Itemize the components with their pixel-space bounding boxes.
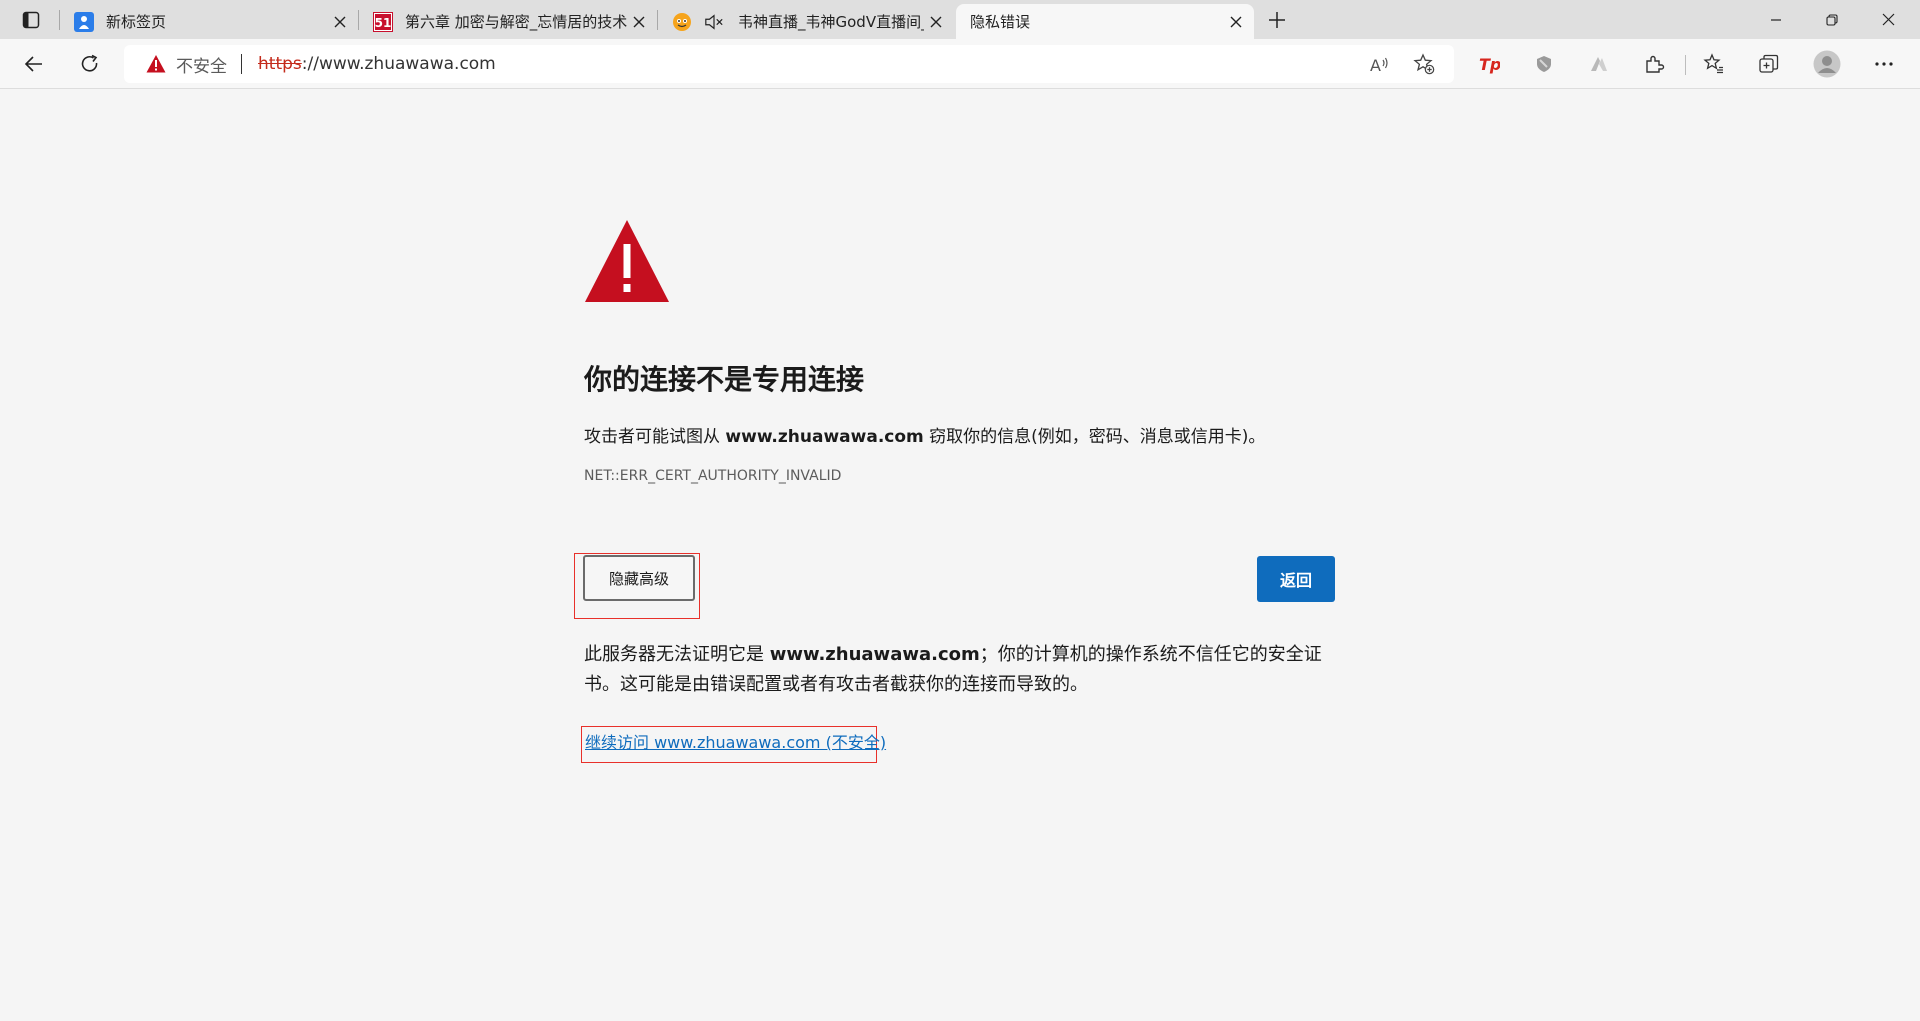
close-icon (1882, 13, 1894, 26)
error-page: 你的连接不是专用连接 攻击者可能试图从 www.zhuawawa.com 窃取你… (0, 90, 1920, 1021)
close-window-button[interactable] (1860, 0, 1916, 39)
collections-button[interactable] (1751, 46, 1787, 82)
extensions-puzzle-icon (1646, 55, 1665, 73)
profile-avatar-icon (1813, 50, 1841, 78)
back-to-safety-button[interactable]: 返回 (1257, 556, 1335, 602)
close-icon (334, 16, 346, 27)
add-favorite-icon (1413, 53, 1435, 75)
tp-extension-button[interactable]: Tp (1471, 46, 1507, 82)
profile-button[interactable] (1809, 46, 1845, 82)
mute-tab-button[interactable] (704, 12, 724, 32)
close-tab-button[interactable] (1224, 10, 1248, 34)
back-arrow-icon (24, 56, 42, 72)
url-host: ://www.zhuawawa.com (301, 54, 496, 74)
new-tab-favicon (74, 11, 94, 32)
mountain-extension-button[interactable] (1581, 46, 1617, 82)
read-aloud-button[interactable]: A (1362, 46, 1398, 82)
mountain-extension-icon (1591, 57, 1607, 71)
detail-domain: www.zhuawawa.com (769, 644, 980, 665)
settings-more-button[interactable] (1866, 46, 1902, 82)
close-icon (1230, 16, 1242, 27)
address-bar[interactable]: 不安全 https://www.zhuawawa.com (124, 45, 1454, 83)
error-code: NET::ERR_CERT_AUTHORITY_INVALID (584, 468, 842, 484)
tab-title: 第六章 加密与解密_忘情居的技术 (405, 13, 627, 31)
not-secure-label[interactable]: 不安全 (176, 52, 227, 77)
site-51-favicon: 51 (373, 11, 393, 32)
more-dots-icon (1875, 62, 1893, 66)
toolbar-separator (1685, 55, 1686, 75)
read-aloud-icon: A (1370, 56, 1388, 74)
close-icon (633, 16, 645, 27)
attack-text-start: 攻击者可能试图从 (584, 427, 726, 447)
restore-button[interactable] (1804, 0, 1860, 39)
refresh-icon (81, 54, 98, 72)
collections-icon (1759, 54, 1779, 73)
attack-domain: www.zhuawawa.com (725, 427, 924, 447)
tab-actions-button[interactable] (16, 6, 46, 34)
svg-text:51: 51 (375, 16, 392, 30)
favorites-icon (1703, 53, 1723, 74)
close-tab-button[interactable] (328, 10, 352, 34)
muted-speaker-icon (705, 13, 723, 30)
warning-triangle-icon (585, 220, 669, 302)
address-divider (241, 54, 242, 74)
minimize-icon (1771, 18, 1781, 21)
close-tab-button[interactable] (627, 10, 651, 34)
svg-text:Tp: Tp (1479, 55, 1500, 74)
attack-text-end: 窃取你的信息(例如，密码、消息或信用卡)。 (923, 427, 1266, 447)
warning-triangle-icon (146, 55, 166, 73)
tab-title: 隐私错误 (970, 13, 1031, 31)
detail-text-start: 此服务器无法证明它是 (584, 644, 770, 665)
tab-strip: 新标签页 51 第六章 加密与解密_忘情居的技术 韦神直播_韦神GodV直播间_… (0, 0, 1920, 39)
tab-live-stream[interactable]: 韦神直播_韦神GodV直播间_ (658, 4, 954, 39)
url-scheme: https (258, 54, 302, 74)
proceed-unsafe-link[interactable]: 继续访问 www.zhuawawa.com (不安全) (585, 729, 886, 753)
browser-toolbar: 不安全 https://www.zhuawawa.com A Tp (0, 39, 1920, 89)
shield-extension-icon (1537, 56, 1551, 72)
tab-privacy-error[interactable]: 隐私错误 (956, 4, 1254, 39)
hide-advanced-button[interactable]: 隐藏高级 (583, 555, 695, 601)
attack-description: 攻击者可能试图从 www.zhuawawa.com 窃取你的信息(例如，密码、消… (584, 422, 1265, 447)
svg-text:A: A (1370, 56, 1381, 74)
extensions-button[interactable] (1636, 46, 1672, 82)
page-title: 你的连接不是专用连接 (584, 363, 865, 396)
new-tab-button[interactable] (1262, 6, 1292, 34)
restore-icon (1826, 13, 1838, 26)
tab-new-tab[interactable]: 新标签页 (60, 4, 358, 39)
tab-article[interactable]: 51 第六章 加密与解密_忘情居的技术 (359, 4, 657, 39)
certificate-detail: 此服务器无法证明它是 www.zhuawawa.com；你的计算机的操作系统不信… (584, 640, 1324, 700)
plus-icon (1269, 12, 1285, 28)
favorites-button[interactable] (1696, 46, 1732, 82)
tab-title: 韦神直播_韦神GodV直播间_ (738, 13, 924, 31)
close-icon (930, 16, 942, 27)
minimize-button[interactable] (1748, 0, 1804, 39)
add-favorite-button[interactable] (1406, 46, 1442, 82)
tab-title: 新标签页 (106, 13, 167, 31)
back-button[interactable] (16, 46, 52, 82)
tp-extension-icon: Tp (1479, 55, 1500, 74)
tab-actions-icon (22, 11, 40, 29)
site-live-favicon (672, 12, 692, 32)
shield-extension-button[interactable] (1526, 46, 1562, 82)
refresh-button[interactable] (72, 46, 108, 82)
close-tab-button[interactable] (924, 10, 948, 34)
